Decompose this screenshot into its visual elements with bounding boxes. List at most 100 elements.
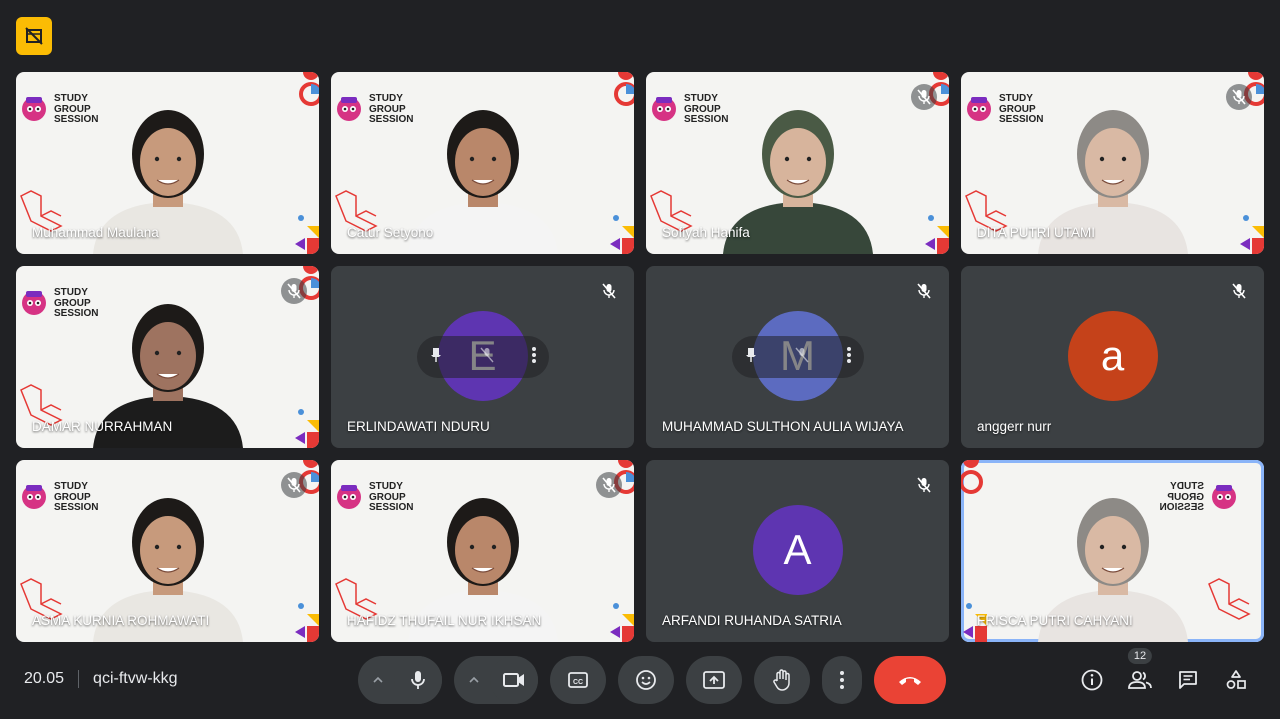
svg-text:CC: CC (573, 679, 583, 686)
end-call-button[interactable] (874, 656, 946, 704)
emoji-icon (636, 670, 656, 690)
muted-indicator (281, 278, 307, 304)
avatar-initial: A (783, 526, 812, 573)
pin-button[interactable] (744, 347, 758, 368)
chat-button[interactable] (1164, 658, 1212, 702)
people-icon (1128, 671, 1152, 689)
captions-icon: CC (568, 672, 588, 688)
decor-ring (614, 72, 634, 106)
mute-participant-icon (479, 347, 494, 362)
participant-name: DAMAR NURRAHMAN (32, 419, 173, 434)
side-panel-controls: 12 (1068, 648, 1260, 702)
participant-avatar: a (1067, 311, 1158, 401)
emoji-reaction-button[interactable] (618, 656, 674, 704)
participant-tile[interactable]: STUDY GROUP SESSION FRISCA PUTRI CAHYANI (961, 460, 1264, 642)
mute-participant-button[interactable] (479, 347, 494, 368)
participant-name: ASMA KURNIA ROHMAWATI (32, 613, 210, 628)
muted-indicator (911, 472, 937, 498)
microphone-control (358, 656, 442, 704)
more-options-icon (531, 346, 536, 363)
participant-tile[interactable]: STUDY GROUP SESSION DAMAR NURRAHMAN (16, 266, 319, 448)
activities-button[interactable] (1212, 658, 1260, 702)
chat-icon (1179, 671, 1197, 689)
corner-deco (295, 603, 319, 642)
tile-more-options-button[interactable] (531, 346, 537, 369)
tile-more-options-button[interactable] (846, 346, 852, 369)
participant-tile[interactable]: STUDY GROUP SESSION Sofiyah Hanifa (646, 72, 949, 254)
muted-indicator (596, 278, 622, 304)
participant-grid: STUDY GROUP SESSION Muhammad Maulana STUDY GR… (16, 72, 1264, 642)
camera-button[interactable] (490, 656, 538, 704)
captions-button[interactable]: CC (550, 656, 606, 704)
participant-tile[interactable]: STUDY GROUP SESSION Catur Setyono (331, 72, 634, 254)
participant-tile[interactable]: STUDY GROUP SESSION HAFIDZ THUFAIL NUR IKHS… (331, 460, 634, 642)
corner-deco (610, 215, 634, 254)
microphone-off-icon (1232, 283, 1246, 299)
participant-tile[interactable]: A ARFANDI RUHANDA SATRIA (646, 460, 949, 642)
microphone-icon (411, 671, 425, 689)
meeting-code[interactable]: qci-ftvw-kkg (93, 670, 177, 688)
muted-indicator (281, 472, 307, 498)
raise-hand-icon (773, 669, 790, 691)
meeting-info: 20.05 qci-ftvw-kkg (24, 670, 178, 688)
video-options-button[interactable] (454, 656, 494, 704)
more-options-button[interactable] (822, 656, 862, 704)
participant-name: anggerr nurr (977, 419, 1052, 434)
mascot-icon (1212, 485, 1236, 509)
people-count-badge: 12 (1127, 648, 1153, 664)
muted-indicator (1226, 84, 1252, 110)
mute-participant-icon (794, 347, 809, 362)
corner-deco (1240, 215, 1264, 254)
people-button[interactable]: 12 (1116, 648, 1164, 702)
chevron-up-icon (373, 676, 383, 683)
muted-indicator (911, 278, 937, 304)
mute-participant-button[interactable] (794, 347, 809, 368)
participant-name: ARFANDI RUHANDA SATRIA (662, 613, 842, 628)
participant-tile[interactable]: EERLINDAWATI NDURU (331, 266, 634, 448)
video-off-icon (25, 27, 43, 45)
microphone-off-icon (602, 283, 616, 299)
present-screen-button[interactable] (686, 656, 742, 704)
muted-indicator (1226, 278, 1252, 304)
microphone-off-icon (917, 89, 931, 105)
pin-icon (430, 347, 441, 362)
camera-control (454, 656, 538, 704)
bottom-toolbar: 20.05 qci-ftvw-kkg CC 12 (0, 648, 1280, 710)
mascot-icon (22, 291, 46, 315)
participant-tile[interactable]: a anggerr nurr (961, 266, 1264, 448)
participant-tile[interactable]: MMUHAMMAD SULTHON AULIA WIJAYA (646, 266, 949, 448)
mascot-icon (22, 97, 46, 121)
audio-options-button[interactable] (358, 656, 398, 704)
participant-name: DITA PUTRI UTAMI (977, 225, 1095, 240)
muted-indicator (911, 84, 937, 110)
microphone-off-icon (287, 283, 301, 299)
participant-name: HAFIDZ THUFAIL NUR IKHSAN (347, 613, 542, 628)
tile-hover-controls (731, 336, 864, 378)
microphone-button[interactable] (394, 656, 442, 704)
call-controls: CC (358, 656, 946, 704)
participant-tile[interactable]: STUDY GROUP SESSION DITA PUTRI UTAMI (961, 72, 1264, 254)
meeting-details-button[interactable] (1068, 658, 1116, 702)
decor-ring (961, 460, 983, 494)
participant-tile[interactable]: STUDY GROUP SESSION ASMA KURNIA ROHMAWATI (16, 460, 319, 642)
decor-ring (299, 72, 319, 106)
laravel-deco (1208, 578, 1251, 620)
activities-icon (1226, 670, 1246, 689)
corner-deco (295, 409, 319, 448)
mascot-icon (967, 97, 991, 121)
participant-name: Muhammad Maulana (32, 225, 159, 240)
pin-button[interactable] (429, 347, 443, 368)
divider (78, 670, 80, 688)
corner-deco (925, 215, 949, 254)
participant-tile[interactable]: STUDY GROUP SESSION Muhammad Maulana (16, 72, 319, 254)
corner-deco (610, 603, 634, 642)
corner-deco (295, 215, 319, 254)
participant-name: FRISCA PUTRI CAHYANI (977, 613, 1133, 628)
microphone-off-icon (1232, 89, 1246, 105)
avatar-initial: a (1100, 332, 1125, 379)
info-icon (1081, 669, 1103, 691)
participant-name: ERLINDAWATI NDURU (347, 419, 490, 434)
raise-hand-button[interactable] (754, 656, 810, 704)
no-video-warning-badge[interactable] (16, 17, 52, 55)
microphone-off-icon (287, 477, 301, 493)
